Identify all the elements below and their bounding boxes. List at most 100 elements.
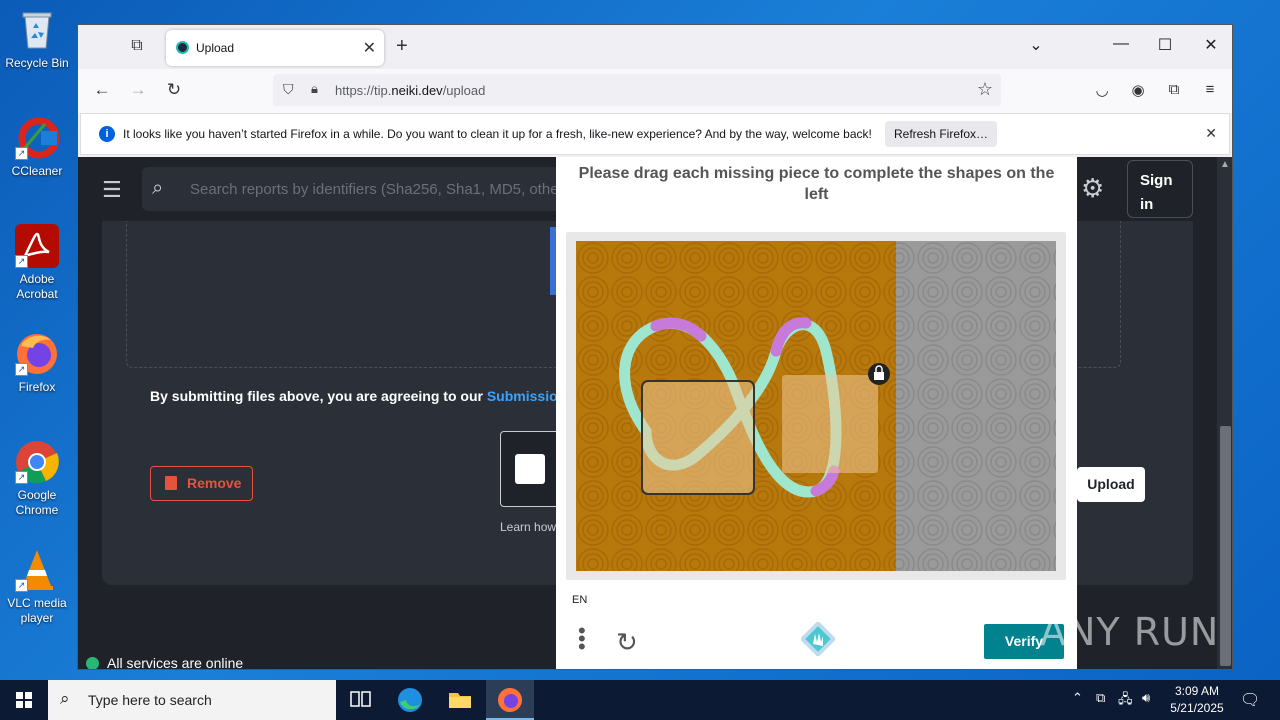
scrollbar-thumb[interactable]	[1220, 426, 1231, 666]
clock-date: 5/21/2025	[1170, 701, 1224, 715]
tab-close-icon[interactable]: ✕	[363, 38, 376, 58]
info-icon: i	[99, 126, 115, 142]
list-all-tabs-chevron-icon[interactable]: ⌄	[1021, 35, 1051, 55]
tab-bar: ⧉ Upload ✕ + ⌄ — ☐ ✕	[78, 25, 1232, 69]
extensions-icon[interactable]: ⧉	[1163, 81, 1185, 98]
refresh-firefox-button[interactable]: Refresh Firefox…	[885, 121, 997, 147]
taskbar-search-placeholder: Type here to search	[88, 692, 212, 708]
any-run-watermark: ANY RUN	[1040, 610, 1220, 654]
trash-icon	[165, 476, 177, 490]
remove-button[interactable]: Remove	[150, 466, 253, 501]
close-window-icon[interactable]: ✕	[1196, 35, 1226, 55]
desktop-icon-vlc[interactable]: ↗ VLC media player	[4, 548, 70, 626]
search-icon: ⌕	[152, 177, 164, 199]
start-button[interactable]	[0, 680, 48, 720]
meet-now-icon[interactable]: ⧉	[1096, 690, 1105, 706]
more-options-icon[interactable]: • • •	[578, 620, 588, 658]
lock-icon[interactable]: 🔒︎	[311, 81, 318, 97]
desktop-icon-ccleaner[interactable]: ↗ CCleaner	[4, 116, 70, 179]
firefox-view-icon[interactable]: ⧉	[126, 37, 148, 57]
learn-how-text[interactable]: Learn how	[500, 520, 556, 534]
site-favicon-icon	[176, 41, 189, 54]
chrome-icon: ↗	[15, 440, 59, 484]
account-icon[interactable]: ◉	[1127, 81, 1149, 99]
desktop-icon-google-chrome[interactable]: ↗ Google Chrome	[4, 440, 70, 518]
pocket-icon[interactable]: ◡	[1091, 81, 1113, 99]
tracking-protection-shield-icon[interactable]: ⛉	[283, 81, 294, 98]
file-explorer-icon[interactable]	[436, 680, 484, 720]
hamburger-menu-icon[interactable]: ☰	[102, 177, 122, 203]
windows-logo-icon	[16, 692, 32, 708]
desktop-icon-label: VLC media player	[7, 596, 67, 625]
piece-tray	[896, 241, 1056, 571]
url-text: https://tip.neiki.dev/upload	[335, 83, 486, 98]
puzzle-frame	[566, 232, 1066, 580]
reload-icon[interactable]: ↻	[162, 80, 186, 100]
app-menu-icon[interactable]: ≡	[1199, 81, 1221, 98]
taskbar-clock[interactable]: 3:09 AM 5/21/2025	[1162, 683, 1232, 717]
puzzle-piece-slot[interactable]	[782, 375, 878, 473]
desktop-icon-recycle-bin[interactable]: Recycle Bin	[4, 8, 70, 71]
video-camera-icon	[515, 454, 545, 484]
volume-icon[interactable]: 🔊︎	[1142, 690, 1150, 706]
ccleaner-icon: ↗	[15, 116, 60, 160]
report-search-input[interactable]: ⌕ Search reports by identifiers (Sha256,…	[142, 167, 582, 211]
navigation-bar: ← → ↻ ⛉ 🔒︎ https://tip.neiki.dev/upload …	[78, 69, 1232, 113]
submission-terms-link[interactable]: Submission	[487, 388, 566, 404]
minimize-icon[interactable]: —	[1106, 35, 1136, 53]
notification-message: It looks like you haven’t started Firefo…	[123, 127, 872, 141]
maximize-icon[interactable]: ☐	[1150, 35, 1180, 55]
adobe-acrobat-icon: ↗	[15, 224, 59, 268]
shortcut-arrow-icon: ↗	[15, 471, 28, 484]
search-icon: ⌕	[60, 689, 70, 708]
notifications-icon[interactable]: 🗨︎	[1240, 690, 1260, 710]
scroll-up-arrow-icon[interactable]: ▲	[1220, 159, 1230, 170]
tab-title: Upload	[196, 41, 235, 55]
tab-upload[interactable]: Upload ✕	[166, 30, 384, 66]
terms-notice: By submitting files above, you are agree…	[150, 388, 567, 404]
show-hidden-icons-chevron-icon[interactable]: ⌃	[1072, 690, 1083, 706]
sign-in-label: Sign	[1140, 172, 1173, 189]
video-tutorial-thumbnail[interactable]	[500, 431, 560, 507]
back-arrow-icon[interactable]: ←	[90, 80, 114, 100]
desktop-icon-label: Google Chrome	[15, 488, 59, 517]
captcha-prompt: Please drag each missing piece to comple…	[578, 165, 1055, 203]
desktop-icon-label: CCleaner	[11, 164, 63, 178]
shortcut-arrow-icon: ↗	[15, 147, 28, 160]
network-icon[interactable]: 🖧︎	[1118, 690, 1133, 712]
refresh-challenge-icon[interactable]: ↻	[616, 627, 638, 658]
taskbar-search-box[interactable]: ⌕ Type here to search	[48, 680, 336, 720]
search-placeholder: Search reports by identifiers (Sha256, S…	[190, 181, 569, 198]
desktop-icon-label: Adobe Acrobat	[16, 272, 58, 301]
refresh-firefox-notification: i It looks like you haven’t started Fire…	[80, 113, 1230, 155]
puzzle-canvas[interactable]	[576, 241, 1056, 571]
page-scrollbar[interactable]: ▲	[1217, 157, 1232, 669]
service-status: All services are online	[86, 655, 243, 669]
forward-arrow-icon[interactable]: →	[126, 80, 150, 100]
status-ok-icon	[86, 657, 99, 669]
language-selector[interactable]: EN	[572, 594, 587, 606]
firefox-taskbar-icon[interactable]	[486, 680, 534, 720]
clock-time: 3:09 AM	[1174, 684, 1220, 698]
desktop-icon-label: Recycle Bin	[5, 56, 69, 70]
gear-icon[interactable]: ⚙	[1081, 173, 1104, 204]
taskbar: ⌕ Type here to search ⌃ ⧉ 🖧︎ 🔊︎ 3:09 AM …	[0, 680, 1280, 720]
hcaptcha-logo-icon	[799, 620, 837, 658]
task-view-icon[interactable]	[336, 680, 384, 720]
sign-in-label: in	[1140, 196, 1154, 213]
upload-button[interactable]: Upload	[1077, 467, 1145, 502]
sign-in-button[interactable]: Sign in	[1127, 160, 1193, 218]
address-bar[interactable]: ⛉ 🔒︎ https://tip.neiki.dev/upload ☆	[273, 74, 1001, 106]
desktop-icon-adobe-acrobat[interactable]: ↗ Adobe Acrobat	[4, 224, 70, 302]
close-notification-icon[interactable]: ✕	[1205, 125, 1217, 142]
desktop-icon-firefox[interactable]: ↗ Firefox	[4, 332, 70, 395]
edge-icon[interactable]	[386, 680, 434, 720]
new-tab-icon[interactable]: +	[396, 35, 408, 58]
puzzle-piece-slot[interactable]	[641, 380, 755, 495]
shortcut-arrow-icon: ↗	[15, 363, 28, 376]
firefox-window: ⧉ Upload ✕ + ⌄ — ☐ ✕ ← → ↻ ⛉ 🔒︎ https://…	[77, 24, 1233, 670]
bookmark-star-icon[interactable]: ☆	[977, 79, 993, 100]
vlc-icon: ↗	[15, 548, 59, 592]
recycle-bin-icon	[15, 8, 59, 52]
firefox-icon: ↗	[15, 332, 59, 376]
